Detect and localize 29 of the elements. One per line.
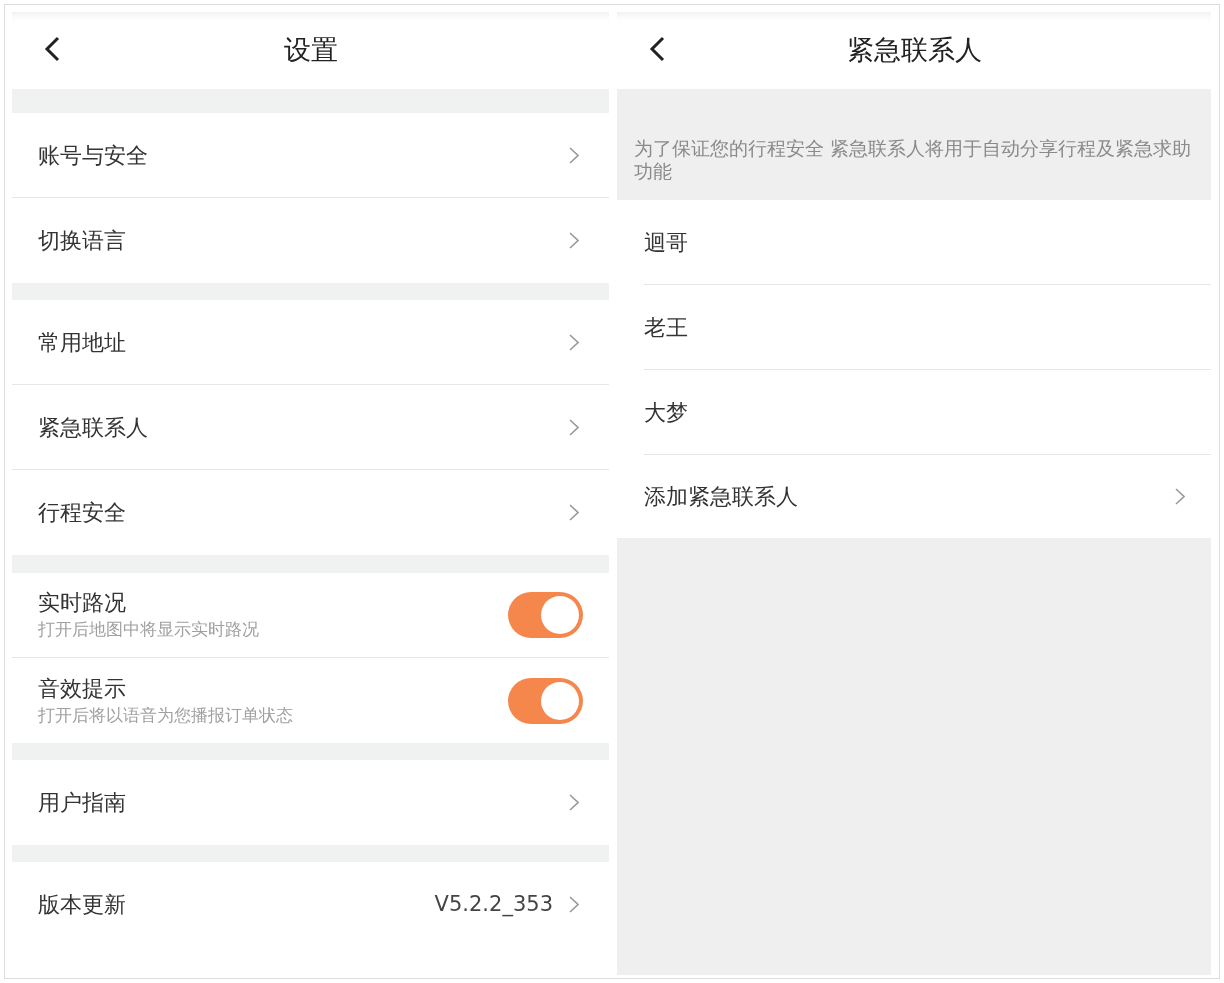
- toggle-switch[interactable]: [508, 677, 583, 724]
- settings-list-item[interactable]: 紧急联系人: [12, 385, 609, 470]
- chevron-right-icon: [569, 794, 579, 811]
- chevron-right-icon: [569, 146, 579, 164]
- setting-description: 打开后将以语音为您播报订单状态: [38, 703, 294, 727]
- page-title: 紧急联系人: [846, 33, 982, 68]
- contact-item[interactable]: 老王: [644, 285, 1211, 370]
- chevron-right-icon: [1175, 488, 1185, 505]
- settings-list-item[interactable]: 切换语言: [12, 198, 609, 283]
- chevron-right-icon: [569, 333, 579, 351]
- version-text: V5.2.2_353: [434, 890, 553, 919]
- contact-item[interactable]: 迴哥: [644, 200, 1211, 285]
- page-title: 设置: [283, 33, 338, 68]
- toggle-switch[interactable]: [508, 592, 583, 638]
- add-contact-item[interactable]: 添加紧急联系人: [644, 455, 1211, 538]
- setting-label: 实时路况: [38, 589, 127, 617]
- chevron-right-icon: [569, 232, 579, 249]
- setting-label: 音效提示: [38, 674, 127, 703]
- settings-list-item[interactable]: 账号与安全: [12, 113, 609, 198]
- settings-list-item[interactable]: 常用地址: [12, 300, 609, 385]
- contact-item[interactable]: 大梦: [644, 370, 1211, 455]
- notice-text: 为了保证您的行程安全 紧急联系人将用于自动分享行程及紧急求助功能: [634, 137, 1193, 183]
- settings-list-item[interactable]: 版本更新 V5.2.2_353: [12, 862, 609, 947]
- chevron-right-icon: [569, 896, 579, 913]
- settings-list-item[interactable]: 用户指南: [12, 760, 609, 845]
- settings-list-item[interactable]: 行程安全: [12, 470, 609, 555]
- chevron-right-icon: [569, 504, 579, 521]
- setting-description: 打开后地图中将显示实时路况: [38, 618, 260, 641]
- chevron-right-icon: [569, 418, 579, 436]
